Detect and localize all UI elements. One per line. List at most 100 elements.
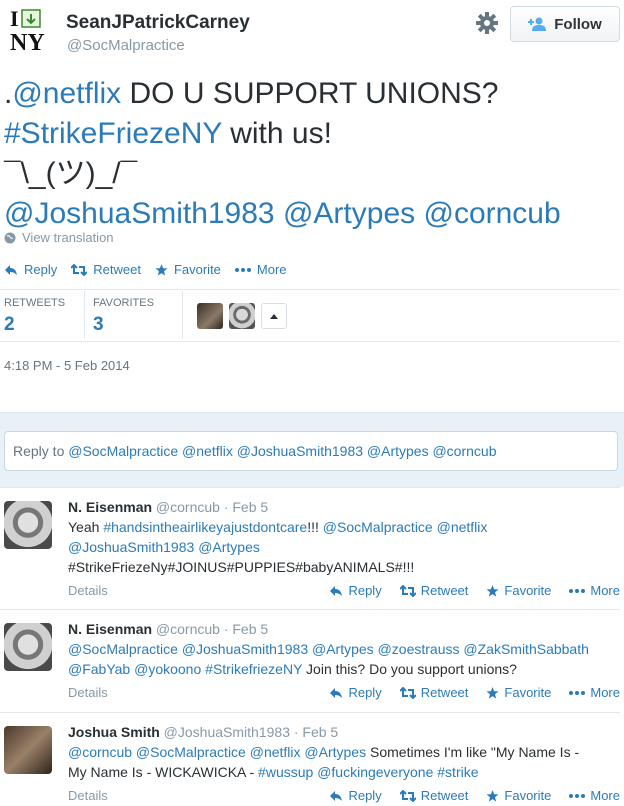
more-dots-icon: [234, 267, 251, 272]
favoriter-avatar[interactable]: [197, 303, 223, 329]
favorites-label: FAVORITES: [93, 297, 154, 309]
text-line: #StrikeFriezeNY with us!: [4, 114, 620, 154]
text-line: @JoshuaSmith1983 @Artypes: [68, 537, 620, 557]
reply-author-name[interactable]: Joshua Smith: [68, 724, 160, 740]
follow-person-icon: [528, 17, 547, 31]
retweet-button[interactable]: Retweet: [399, 583, 468, 598]
more-button[interactable]: More: [234, 262, 287, 277]
reply-header: Joshua Smith @JoshuaSmith1983 · Feb 5: [68, 724, 338, 740]
reply-button[interactable]: Reply: [4, 262, 57, 277]
reply-button[interactable]: Reply: [329, 685, 382, 700]
favorite-button[interactable]: Favorite: [155, 262, 221, 277]
mention-link[interactable]: @corncub: [423, 197, 560, 230]
text-line: @JoshuaSmith1983 @Artypes @corncub: [4, 194, 620, 234]
text-run: ¯\_(ツ)_/¯: [4, 157, 138, 190]
text-line: ¯\_(ツ)_/¯: [4, 154, 620, 194]
text-run: Sometimes I'm like "My Name Is -: [366, 744, 580, 760]
reply-author-meta[interactable]: @corncub · Feb 5: [152, 621, 268, 637]
view-translation-link[interactable]: View translation: [4, 230, 114, 245]
hashtag-link[interactable]: #handsintheairlikeyajustdontcare: [103, 519, 307, 535]
follow-button[interactable]: Follow: [510, 6, 620, 42]
avatar[interactable]: [4, 726, 52, 774]
reply-actions: Reply Retweet Favorite More: [329, 583, 620, 598]
reply-mentions: @SocMalpractice @netflix @JoshuaSmith198…: [68, 443, 497, 459]
reply-author-meta[interactable]: @corncub · Feb 5: [152, 499, 268, 515]
favorite-star-icon: [486, 686, 499, 699]
hashtag-link[interactable]: #StrikefriezeNY: [205, 661, 302, 677]
reply-author-meta[interactable]: @JoshuaSmith1983 · Feb 5: [160, 724, 339, 740]
reply-label: Reply: [348, 685, 382, 700]
reply-tweet[interactable]: Joshua Smith @JoshuaSmith1983 · Feb 5 @co…: [0, 712, 624, 803]
favorite-button[interactable]: Favorite: [486, 583, 551, 598]
mention-link[interactable]: @fuckingeveryone: [317, 764, 433, 780]
hashtag-link[interactable]: #StrikeFriezeNY: [4, 117, 222, 150]
reply-input[interactable]: Reply to @SocMalpractice @netflix @Joshu…: [4, 431, 618, 471]
text-line: @SocMalpractice @JoshuaSmith1983 @Artype…: [68, 639, 620, 659]
retweets-stat[interactable]: RETWEETS 2: [4, 297, 65, 336]
profile-header: I NY SeanJPatrickCarney @SocMalpractice: [0, 0, 624, 66]
mention-link[interactable]: @corncub: [68, 744, 132, 760]
text-run: DO U SUPPORT UNIONS?: [121, 77, 499, 110]
tweet-stats: RETWEETS 2 FAVORITES 3: [0, 289, 620, 341]
reply-text: @corncub @SocMalpractice @netflix @Artyp…: [68, 742, 620, 782]
mention-link[interactable]: @ZakSmithSabbath: [463, 641, 589, 657]
hashtag-link[interactable]: #strike: [437, 764, 478, 780]
mention-link[interactable]: @SocMalpractice: [323, 519, 433, 535]
mention-link[interactable]: @SocMalpractice: [136, 744, 246, 760]
mention-link[interactable]: @Artypes: [312, 641, 374, 657]
hashtag-link[interactable]: #wussup: [258, 764, 313, 780]
more-label: More: [256, 262, 287, 277]
text-run: My Name Is - WICKAWICKA -: [68, 764, 259, 780]
mention-link[interactable]: @netflix: [437, 519, 488, 535]
i-love-ny-logo[interactable]: I NY: [8, 6, 54, 54]
avatar[interactable]: [4, 623, 52, 671]
favorite-star-icon: [486, 584, 499, 597]
reply-composer-area: Reply to @SocMalpractice @netflix @Joshu…: [0, 412, 624, 487]
favorite-button[interactable]: Favorite: [486, 685, 551, 700]
reply-button[interactable]: Reply: [329, 583, 382, 598]
reply-footer: Details Reply Retweet Favorite More: [68, 583, 620, 601]
details-link[interactable]: Details: [68, 583, 108, 598]
expand-favoriters-button[interactable]: [261, 303, 287, 329]
reply-tweet[interactable]: N. Eisenman @corncub · Feb 5 @SocMalpract…: [0, 609, 624, 712]
mention-link[interactable]: @netflix: [250, 744, 301, 760]
mention-link[interactable]: @zoestrauss: [378, 641, 460, 657]
mention-link[interactable]: @JoshuaSmith1983: [4, 197, 275, 230]
details-link[interactable]: Details: [68, 685, 108, 700]
reply-author-name[interactable]: N. Eisenman: [68, 621, 152, 637]
favoriter-avatar[interactable]: [229, 303, 255, 329]
profile-name[interactable]: SeanJPatrickCarney: [66, 12, 250, 34]
reply-author-name[interactable]: N. Eisenman: [68, 499, 152, 515]
mention-link[interactable]: @JoshuaSmith1983: [68, 539, 194, 555]
favorite-label: Favorite: [173, 262, 221, 277]
more-button[interactable]: More: [569, 583, 620, 598]
reply-tweet[interactable]: N. Eisenman @corncub · Feb 5 Yeah #handsi…: [0, 487, 624, 609]
retweet-label: Retweet: [93, 262, 141, 277]
favorites-stat[interactable]: FAVORITES 3: [93, 297, 154, 336]
mention-link[interactable]: @JoshuaSmith1983: [182, 641, 308, 657]
mention-link[interactable]: @yokoono: [134, 661, 201, 677]
avatar[interactable]: [4, 501, 52, 549]
mention-link[interactable]: @Artypes: [198, 539, 260, 555]
retweets-label: RETWEETS: [4, 297, 66, 309]
tweet-text: .@netflix DO U SUPPORT UNIONS? #StrikeFri…: [4, 74, 620, 234]
retweets-count: 2: [4, 314, 15, 335]
gear-icon[interactable]: [474, 10, 500, 36]
text-run: Yeah: [68, 519, 104, 535]
more-button[interactable]: More: [569, 685, 620, 700]
stats-separator: [182, 291, 183, 339]
reply-actions: Reply Retweet Favorite More: [329, 685, 620, 700]
view-translation-label: View translation: [22, 230, 114, 245]
retweet-button[interactable]: Retweet: [71, 262, 141, 277]
mention-link[interactable]: @netflix: [12, 77, 121, 110]
profile-handle[interactable]: @SocMalpractice: [67, 37, 185, 54]
svg-text:I: I: [10, 6, 19, 31]
divider: [0, 609, 620, 610]
retweet-button[interactable]: Retweet: [399, 685, 468, 700]
mention-link[interactable]: @SocMalpractice: [68, 641, 178, 657]
mention-link[interactable]: @Artypes: [283, 197, 415, 230]
mention-link[interactable]: @Artypes: [304, 744, 366, 760]
tweet-timestamp[interactable]: 4:18 PM - 5 Feb 2014: [4, 358, 130, 373]
stats-separator: [84, 291, 85, 339]
mention-link[interactable]: @FabYab: [68, 661, 130, 677]
